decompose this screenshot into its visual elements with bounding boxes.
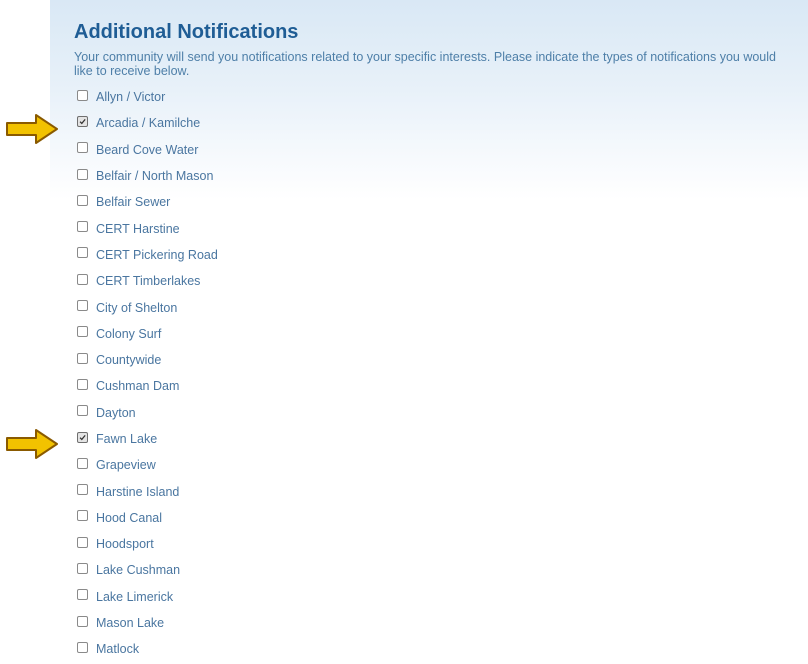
checkbox[interactable] [77,168,88,180]
checkbox[interactable] [77,405,88,417]
checkbox[interactable] [77,89,88,101]
section-title: Additional Notifications [74,21,299,43]
notification-option[interactable]: Dayton [74,400,794,426]
checkbox[interactable] [77,589,88,601]
checkbox[interactable] [77,510,88,522]
option-label[interactable]: Belfair / North Mason [96,169,213,183]
option-label[interactable]: Cushman Dam [96,379,179,393]
checkbox[interactable] [77,641,88,653]
option-label[interactable]: Belfair Sewer [96,195,170,209]
checkbox[interactable] [77,300,88,312]
option-label[interactable]: Hoodsport [96,537,154,551]
checkmark-icon [79,434,86,440]
option-label[interactable]: Mason Lake [96,616,164,630]
option-label[interactable]: Fawn Lake [96,432,157,446]
notification-option[interactable]: Hoodsport [74,531,794,557]
notification-option[interactable]: Arcadia / Kamilche [74,110,794,136]
notification-option[interactable]: Matlock [74,636,794,662]
option-label[interactable]: Beard Cove Water [96,143,198,157]
checkbox[interactable] [77,562,88,574]
option-label[interactable]: CERT Harstine [96,222,180,236]
checkbox[interactable] [77,115,88,127]
option-label[interactable]: Countywide [96,353,161,367]
notification-option[interactable]: CERT Harstine [74,215,794,241]
checkbox[interactable] [77,352,88,364]
checkbox[interactable] [77,194,88,206]
notification-option[interactable]: Hood Canal [74,505,794,531]
option-label[interactable]: Matlock [96,642,139,656]
checkbox[interactable] [77,326,88,338]
additional-notifications-section: Additional Notifications Your community … [74,20,794,663]
option-label[interactable]: Lake Limerick [96,590,173,604]
notification-option[interactable]: Fawn Lake [74,426,794,452]
option-label[interactable]: Allyn / Victor [96,90,165,104]
notification-options-list: Allyn / Victor Arcadia / Kamilche Beard Co… [74,84,794,663]
notification-option[interactable]: Allyn / Victor [74,84,794,110]
option-label[interactable]: Lake Cushman [96,563,180,577]
notification-option[interactable]: Grapeview [74,452,794,478]
checkbox[interactable] [77,247,88,259]
option-label[interactable]: CERT Pickering Road [96,248,218,262]
notification-option[interactable]: Beard Cove Water [74,137,794,163]
right-arrow-icon [6,114,58,144]
notification-option[interactable]: Cushman Dam [74,373,794,399]
checkbox[interactable] [77,484,88,496]
checkbox[interactable] [77,431,88,443]
option-label[interactable]: CERT Timberlakes [96,274,200,288]
notification-option[interactable]: Belfair Sewer [74,189,794,215]
option-label[interactable]: Harstine Island [96,485,179,499]
option-label[interactable]: Colony Surf [96,327,161,341]
notification-option[interactable]: Lake Limerick [74,584,794,610]
checkbox[interactable] [77,378,88,390]
checkbox[interactable] [77,142,88,154]
option-label[interactable]: Dayton [96,406,136,420]
checkbox[interactable] [77,536,88,548]
notification-option[interactable]: Countywide [74,347,794,373]
checkbox[interactable] [77,273,88,285]
checkmark-icon [79,118,86,125]
notification-option[interactable]: Belfair / North Mason [74,163,794,189]
notification-option[interactable]: Harstine Island [74,478,794,504]
notification-option[interactable]: City of Shelton [74,294,794,320]
notification-option[interactable]: Mason Lake [74,610,794,636]
option-label[interactable]: Grapeview [96,458,156,472]
checkbox[interactable] [77,457,88,469]
option-label[interactable]: City of Shelton [96,301,177,315]
notification-option[interactable]: CERT Pickering Road [74,242,794,268]
right-arrow-icon [6,429,58,459]
notification-option[interactable]: Colony Surf [74,321,794,347]
checkbox[interactable] [77,615,88,627]
notification-option[interactable]: CERT Timberlakes [74,268,794,294]
section-description: Your community will send you notificatio… [74,50,776,78]
option-label[interactable]: Arcadia / Kamilche [96,116,200,130]
notification-option[interactable]: Lake Cushman [74,557,794,583]
checkbox[interactable] [77,221,88,233]
option-label[interactable]: Hood Canal [96,511,162,525]
